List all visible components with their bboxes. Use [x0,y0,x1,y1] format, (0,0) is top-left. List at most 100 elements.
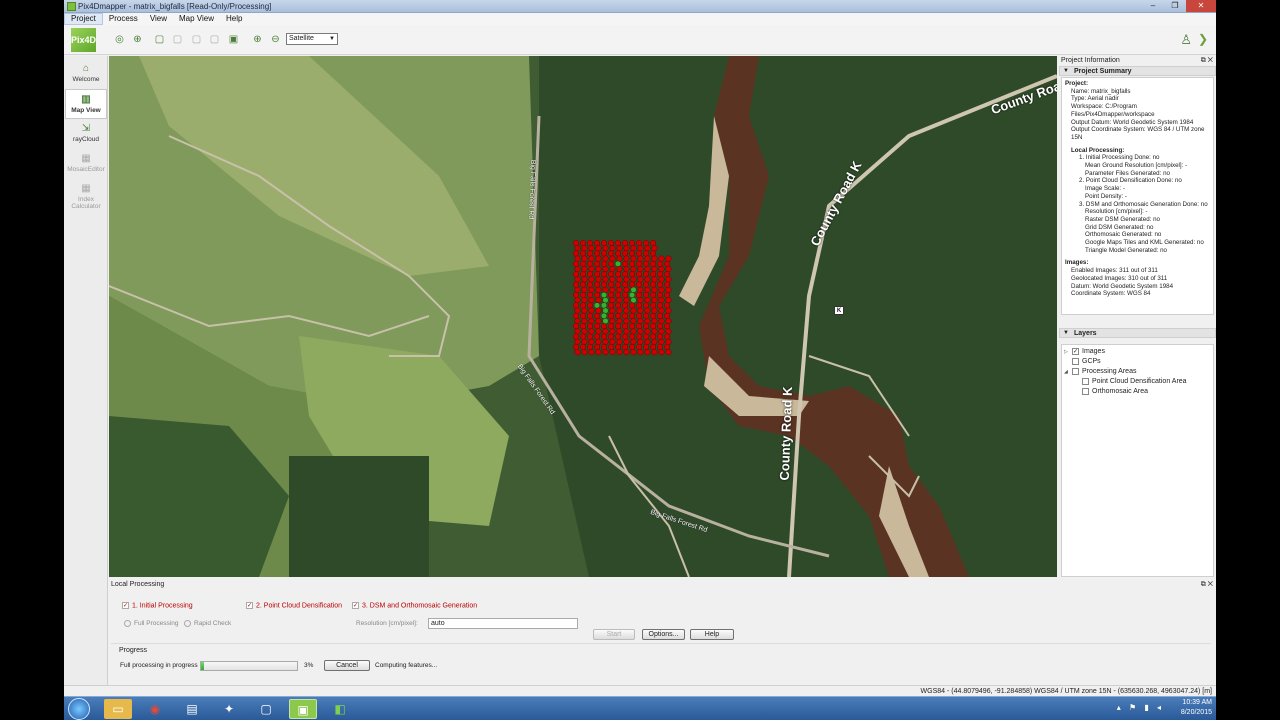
flight-point[interactable] [650,291,657,298]
flight-point[interactable] [573,250,580,257]
sidebar-item-index-calculator[interactable]: ▦ Index Calculator [65,179,107,215]
checkbox-checked-icon[interactable]: ✓ [122,602,129,609]
flight-point[interactable] [623,297,630,304]
flight-point[interactable] [630,255,637,262]
flight-point[interactable] [664,302,671,309]
flight-point[interactable] [574,318,581,325]
sidebar-item-map-view[interactable]: ▥ Map View [65,89,107,119]
app-taskbar-icon[interactable]: ✦ [215,699,243,719]
flight-point[interactable] [587,250,594,257]
flight-point[interactable] [651,338,658,345]
flight-point[interactable] [595,276,602,283]
flight-point[interactable] [587,323,594,330]
flight-point[interactable] [629,291,636,298]
flight-point[interactable] [574,328,581,335]
flight-point[interactable] [609,297,616,304]
flight-point[interactable] [664,333,671,340]
zoom-in-icon[interactable]: ⊕ [252,34,263,45]
flight-point[interactable] [615,281,622,288]
flight-point[interactable] [629,260,636,267]
flight-point[interactable] [615,333,622,340]
flight-point[interactable] [665,297,672,304]
flight-point[interactable] [609,328,616,335]
flight-point[interactable] [644,245,651,252]
flight-point[interactable] [665,255,672,262]
clock[interactable]: 10:39 AM 8/20/2015 [1181,698,1212,718]
flight-point[interactable] [636,344,643,351]
flight-point[interactable] [622,250,629,257]
flight-point[interactable] [594,344,601,351]
flight-point[interactable] [623,286,630,293]
flight-point[interactable] [637,318,644,325]
flight-point[interactable] [630,328,637,335]
flight-point[interactable] [665,338,672,345]
flight-point[interactable] [587,239,594,246]
flight-point[interactable] [636,281,643,288]
flight-point[interactable] [664,291,671,298]
flight-point[interactable] [630,245,637,252]
flight-point[interactable] [616,349,623,356]
flight-point[interactable] [615,271,622,278]
flight-point[interactable] [595,265,602,272]
chrome-taskbar-icon[interactable]: ◉ [141,699,169,719]
media-taskbar-icon[interactable]: ▤ [178,699,206,719]
flight-point[interactable] [588,328,595,335]
rapid-check-radio[interactable]: Rapid Check [184,620,231,627]
flight-point[interactable] [658,297,665,304]
flight-point[interactable] [665,318,672,325]
flight-point[interactable] [602,286,609,293]
flight-point[interactable] [594,281,601,288]
flight-point[interactable] [664,344,671,351]
layer-point-cloud-area[interactable]: Point Cloud Densification Area [1064,377,1211,387]
flight-point[interactable] [636,260,643,267]
system-tray-icons[interactable]: ▴ ⚑ ▮ ◂ [1117,703,1164,712]
flight-point[interactable] [644,338,651,345]
flight-point[interactable] [602,349,609,356]
flight-point[interactable] [650,312,657,319]
flight-point[interactable] [643,344,650,351]
flight-point[interactable] [651,349,658,356]
flight-point[interactable] [602,255,609,262]
select-area-icon[interactable]: ▢ [172,34,183,45]
flight-point[interactable] [629,239,636,246]
flight-point[interactable] [587,271,594,278]
flight-point[interactable] [581,255,588,262]
minimize-button[interactable]: – [1142,0,1164,12]
flight-point[interactable] [594,271,601,278]
panel-controls-icon[interactable]: ⧉ ✕ [1201,580,1213,590]
flight-point[interactable] [622,260,629,267]
flight-point[interactable] [616,297,623,304]
flight-point[interactable] [665,307,672,314]
flight-point[interactable] [622,281,629,288]
checkbox-icon[interactable] [1072,357,1079,365]
flight-point[interactable] [636,291,643,298]
flight-point[interactable] [580,333,587,340]
flight-point[interactable] [644,265,651,272]
flight-point[interactable] [637,349,644,356]
flight-point[interactable] [608,344,615,351]
flight-point[interactable] [623,338,630,345]
menu-view[interactable]: View [144,13,173,25]
flight-point[interactable] [573,333,580,340]
basemap-select[interactable]: Satellite ▼ [286,33,338,45]
checkbox-icon[interactable] [1082,387,1089,395]
flight-point[interactable] [588,338,595,345]
flight-point[interactable] [657,344,664,351]
flight-point[interactable] [616,328,623,335]
flight-point[interactable] [609,245,616,252]
flight-point[interactable] [608,333,615,340]
flight-point[interactable] [595,328,602,335]
flight-point[interactable] [637,286,644,293]
flight-point[interactable] [594,333,601,340]
flight-point[interactable] [615,312,622,319]
close-button[interactable]: ✕ [1186,0,1216,12]
checkbox-icon[interactable] [1082,377,1089,385]
flight-point[interactable] [580,312,587,319]
flight-point[interactable] [609,349,616,356]
maximize-button[interactable]: ❐ [1164,0,1186,12]
flight-point[interactable] [615,323,622,330]
flight-point[interactable] [630,297,637,304]
flight-point[interactable] [636,323,643,330]
flight-point[interactable] [636,302,643,309]
flight-point[interactable] [636,312,643,319]
